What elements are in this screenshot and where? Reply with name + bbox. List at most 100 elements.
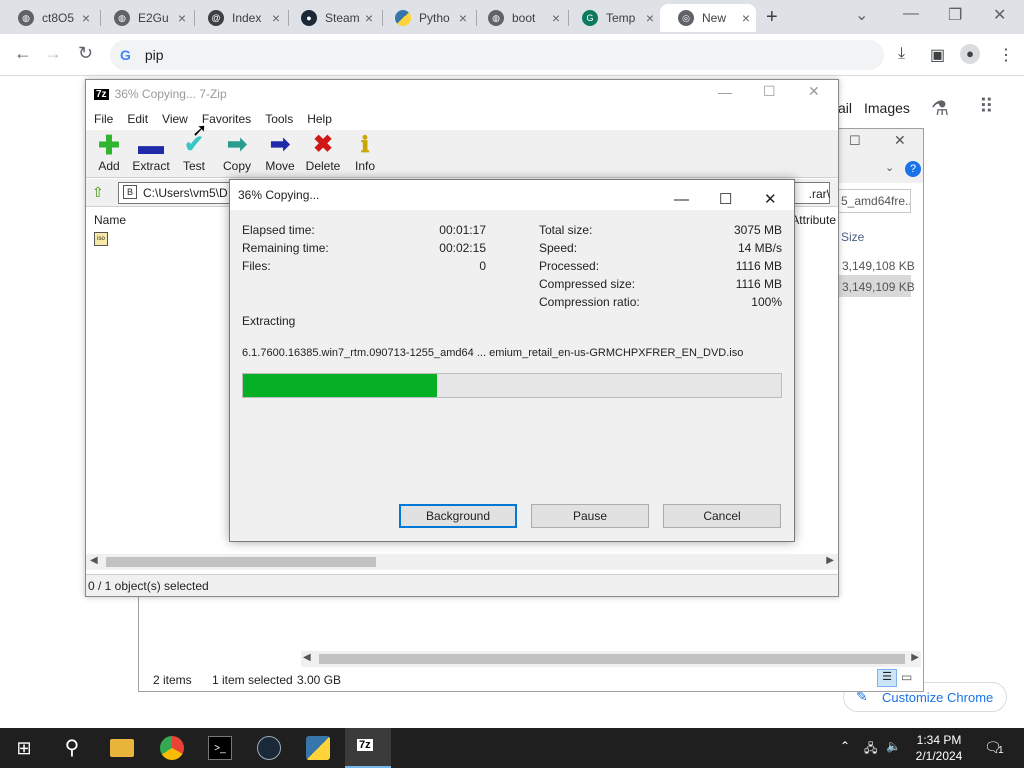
side-panel-icon[interactable]: ▣	[930, 45, 945, 65]
close-window-icon[interactable]: ✕	[993, 5, 1006, 25]
reload-icon[interactable]: ↻	[78, 43, 93, 64]
size-column-header[interactable]: Size	[841, 230, 864, 244]
minimize-icon[interactable]: —	[718, 84, 732, 100]
address-bar[interactable]: G pip	[110, 40, 884, 70]
browser-tab-5[interactable]: Pytho ×	[377, 4, 473, 32]
chrome-icon[interactable]	[160, 736, 184, 760]
browser-tab-1[interactable]: ◍ ct8O5 ×	[0, 4, 96, 32]
tab-close-icon[interactable]: ×	[365, 10, 373, 26]
new-tab-button[interactable]: +	[766, 6, 778, 29]
browser-tab-2[interactable]: ◍ E2Gu ×	[96, 4, 192, 32]
background-button[interactable]: Background	[399, 504, 517, 528]
maximize-icon[interactable]: ☐	[719, 185, 732, 215]
info-button[interactable]: ℹ Info	[342, 133, 388, 174]
menu-edit[interactable]: Edit	[127, 112, 148, 126]
explorer-close-icon[interactable]: ✕	[894, 132, 906, 149]
pause-button[interactable]: Pause	[531, 504, 649, 528]
network-icon[interactable]: 🖧	[864, 739, 877, 760]
test-label: Test	[182, 159, 205, 173]
compression-ratio-value: 100%	[751, 295, 782, 309]
tab-title: Index	[232, 11, 262, 25]
copy-button[interactable]: ➡ Copy	[214, 133, 260, 174]
tray-chevron-icon[interactable]: ⌃	[840, 739, 850, 753]
menu-help[interactable]: Help	[307, 112, 332, 126]
close-icon[interactable]: ✕	[808, 83, 820, 100]
delete-button[interactable]: ✖ Delete	[300, 131, 346, 174]
tab-close-icon[interactable]: ×	[742, 10, 750, 26]
drive-icon: B	[123, 185, 137, 199]
file-explorer-icon[interactable]	[110, 739, 134, 757]
forward-arrow-icon[interactable]: →	[44, 43, 62, 64]
menu-favorites[interactable]: Favorites	[202, 112, 251, 126]
terminal-icon[interactable]: >_	[208, 736, 232, 760]
labs-flask-icon[interactable]: ⚗	[931, 96, 949, 121]
chevron-down-icon[interactable]: ⌄	[885, 161, 894, 174]
tab-close-icon[interactable]: ×	[552, 10, 560, 26]
steam-icon[interactable]	[257, 736, 281, 760]
download-icon[interactable]: ⤓	[898, 45, 905, 63]
more-menu-icon[interactable]: ⋮	[998, 45, 1014, 65]
explorer-maximize-icon[interactable]: ☐	[849, 133, 861, 149]
scroll-left-icon[interactable]: ◀	[90, 555, 98, 566]
menu-file[interactable]: File	[94, 112, 113, 126]
attributes-column-header[interactable]: Attribute	[791, 213, 836, 227]
7zip-taskbar-button[interactable]: 7z	[345, 728, 391, 768]
minimize-icon[interactable]: —	[674, 185, 689, 215]
browser-tab-7[interactable]: G Temp ×	[564, 4, 660, 32]
iso-file-icon[interactable]: iso	[94, 232, 108, 246]
scroll-right-icon[interactable]: ▶	[826, 555, 834, 566]
menu-view[interactable]: View	[162, 112, 188, 126]
restore-icon[interactable]: ❐	[948, 5, 962, 25]
images-link[interactable]: Images	[864, 100, 910, 116]
tab-close-icon[interactable]: ×	[459, 10, 467, 26]
help-icon[interactable]: ?	[905, 161, 921, 177]
browser-tab-3[interactable]: @ Index ×	[190, 4, 286, 32]
windows-start-icon[interactable]: ⊞	[12, 736, 36, 760]
gmail-link-partial[interactable]: ail	[838, 100, 852, 116]
apps-grid-icon[interactable]: ⠿	[979, 94, 994, 119]
close-icon[interactable]: ✕	[764, 185, 777, 215]
7zip-hscrollbar[interactable]: ◀ ▶	[86, 554, 838, 570]
explorer-hscrollbar[interactable]: ◀ ▶	[301, 651, 921, 667]
tab-close-icon[interactable]: ×	[272, 10, 280, 26]
minimize-icon[interactable]: —	[903, 5, 919, 23]
plus-icon: ✚	[98, 130, 120, 160]
scroll-left-icon[interactable]: ◀	[303, 652, 311, 663]
name-column-header[interactable]: Name	[94, 213, 126, 227]
browser-tab-6[interactable]: ◍ boot ×	[470, 4, 566, 32]
google-g-icon: G	[120, 47, 131, 63]
browser-tab-4[interactable]: ● Steam ×	[283, 4, 379, 32]
clock-date: 2/1/2024	[915, 749, 963, 763]
taskbar-clock[interactable]: 1:34 PM 2/1/2024	[906, 732, 972, 764]
clock-time: 1:34 PM	[916, 733, 962, 747]
scroll-thumb[interactable]	[319, 654, 905, 664]
search-icon[interactable]: ⚲	[60, 736, 84, 760]
volume-icon[interactable]: 🔈	[886, 739, 901, 753]
profile-avatar-icon[interactable]: ●	[960, 44, 980, 64]
tab-title: E2Gu	[138, 11, 169, 25]
move-button[interactable]: ➡ Move	[257, 133, 303, 174]
tab-close-icon[interactable]: ×	[646, 10, 654, 26]
path-end: .rar\	[808, 187, 830, 201]
delete-x-icon: ✖	[312, 131, 334, 158]
details-view-icon[interactable]: ☰	[877, 669, 897, 687]
7zip-icon: 7z	[357, 739, 373, 751]
maximize-icon[interactable]: ☐	[763, 83, 776, 100]
python-icon[interactable]	[306, 736, 330, 760]
scroll-thumb[interactable]	[106, 557, 376, 567]
tab-close-icon[interactable]: ×	[82, 10, 90, 26]
scroll-right-icon[interactable]: ▶	[911, 652, 919, 663]
browser-tab-8-active[interactable]: ◎ New ×	[660, 4, 756, 32]
tab-close-icon[interactable]: ×	[178, 10, 186, 26]
browser-toolbar: ← → ↻ G pip ⤓ ▣ ● ⋮	[0, 34, 1024, 76]
address-text[interactable]: pip	[145, 47, 164, 63]
extract-button[interactable]: ▬ Extract	[128, 132, 174, 173]
back-arrow-icon[interactable]: ←	[14, 43, 32, 64]
menu-tools[interactable]: Tools	[265, 112, 293, 126]
explorer-search-box[interactable]: 5_amd64fre...	[837, 189, 911, 213]
tab-search-icon[interactable]: ⌄	[855, 5, 868, 25]
cancel-button[interactable]: Cancel	[663, 504, 781, 528]
folder-up-icon[interactable]: ⇧	[92, 184, 104, 201]
add-button[interactable]: ✚ Add	[86, 130, 132, 173]
tiles-view-icon[interactable]: ▭	[901, 670, 912, 684]
